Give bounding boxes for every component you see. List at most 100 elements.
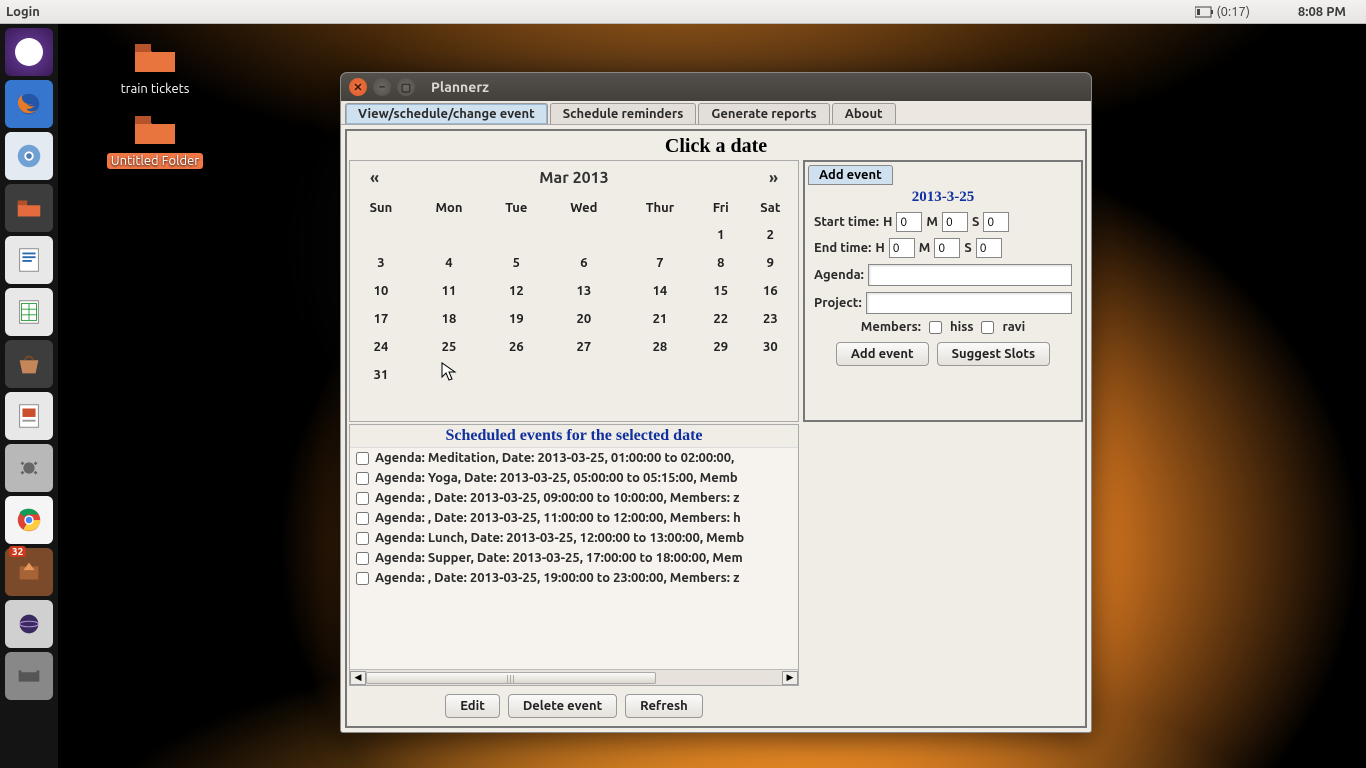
events-scrollbar[interactable]: ◀ ▶: [350, 669, 798, 685]
calendar-day-cell[interactable]: 31: [350, 361, 412, 389]
event-row[interactable]: Agenda: Meditation, Date: 2013-03-25, 01…: [350, 448, 798, 468]
scroll-left-icon[interactable]: ◀: [350, 671, 366, 685]
libreoffice-writer-icon[interactable]: [5, 236, 53, 284]
minimize-icon[interactable]: –: [373, 78, 391, 96]
tab-view-schedule[interactable]: View/schedule/change event: [345, 103, 548, 124]
maximize-icon[interactable]: ▢: [397, 78, 415, 96]
calendar-day-cell[interactable]: 8: [699, 249, 743, 277]
suggest-slots-button[interactable]: Suggest Slots: [937, 342, 1051, 366]
calendar-day-cell[interactable]: 2: [743, 221, 798, 249]
calendar-day-cell[interactable]: 26: [486, 333, 547, 361]
calendar-day-cell[interactable]: 6: [547, 249, 621, 277]
calendar-day-cell[interactable]: 4: [412, 249, 486, 277]
event-row[interactable]: Agenda: Lunch, Date: 2013-03-25, 12:00:0…: [350, 528, 798, 548]
calendar-day-cell[interactable]: 25: [412, 333, 486, 361]
calendar-day-cell[interactable]: 15: [699, 277, 743, 305]
calendar-day-cell[interactable]: 27: [547, 333, 621, 361]
calendar-day-cell[interactable]: 10: [350, 277, 412, 305]
menu-item-login[interactable]: Login: [0, 5, 40, 19]
calendar-day-cell[interactable]: 5: [486, 249, 547, 277]
add-event-tab[interactable]: Add event: [808, 165, 893, 185]
system-settings-icon[interactable]: [5, 444, 53, 492]
calendar-day-cell[interactable]: 3: [350, 249, 412, 277]
project-input[interactable]: [866, 292, 1072, 314]
end-min-input[interactable]: [934, 238, 960, 258]
clock[interactable]: 8:08 PM: [1298, 5, 1346, 19]
folder-train-tickets[interactable]: train tickets: [100, 40, 210, 97]
calendar-prev-button[interactable]: «: [370, 169, 379, 187]
calendar-day-cell[interactable]: 22: [699, 305, 743, 333]
close-icon[interactable]: ✕: [349, 78, 367, 96]
calendar-day-cell[interactable]: 23: [743, 305, 798, 333]
calendar-day-cell[interactable]: 12: [486, 277, 547, 305]
event-checkbox[interactable]: [356, 552, 369, 565]
software-center-icon[interactable]: [5, 340, 53, 388]
add-event-button[interactable]: Add event: [836, 342, 929, 366]
event-checkbox[interactable]: [356, 492, 369, 505]
event-row[interactable]: Agenda: Yoga, Date: 2013-03-25, 05:00:00…: [350, 468, 798, 488]
start-min-input[interactable]: [942, 212, 968, 232]
libreoffice-calc-icon[interactable]: [5, 288, 53, 336]
window-titlebar[interactable]: ✕ – ▢ Plannerz: [341, 73, 1091, 101]
calendar-next-button[interactable]: »: [769, 169, 778, 187]
event-checkbox[interactable]: [356, 532, 369, 545]
battery-indicator[interactable]: (0:17): [1195, 5, 1250, 19]
calendar-day-cell[interactable]: 20: [547, 305, 621, 333]
calendar-day-cell[interactable]: 24: [350, 333, 412, 361]
event-text: Agenda: , Date: 2013-03-25, 11:00:00 to …: [375, 511, 741, 525]
calendar-day-cell[interactable]: 28: [621, 333, 699, 361]
member-ravi-checkbox[interactable]: [981, 321, 994, 334]
tab-reports[interactable]: Generate reports: [698, 103, 829, 124]
edit-button[interactable]: Edit: [445, 694, 500, 718]
scroll-thumb[interactable]: [366, 672, 656, 684]
calendar-day-cell[interactable]: 1: [699, 221, 743, 249]
calendar-day-cell[interactable]: 18: [412, 305, 486, 333]
calendar-day-cell[interactable]: 11: [412, 277, 486, 305]
calendar-day-cell[interactable]: 17: [350, 305, 412, 333]
member-hiss-checkbox[interactable]: [929, 321, 942, 334]
scroll-track[interactable]: [366, 671, 782, 685]
calendar-day-cell[interactable]: 9: [743, 249, 798, 277]
event-text: Agenda: Lunch, Date: 2013-03-25, 12:00:0…: [375, 531, 744, 545]
delete-event-button[interactable]: Delete event: [508, 694, 617, 718]
files-icon[interactable]: [5, 184, 53, 232]
dash-home-icon[interactable]: [5, 28, 53, 76]
calendar-day-cell[interactable]: 13: [547, 277, 621, 305]
calendar-day-cell[interactable]: 7: [621, 249, 699, 277]
event-checkbox[interactable]: [356, 452, 369, 465]
calendar-month-label[interactable]: Mar 2013: [539, 169, 608, 187]
calendar-day-cell: [350, 221, 412, 249]
end-hour-input[interactable]: [889, 238, 915, 258]
tab-about[interactable]: About: [832, 103, 896, 124]
event-checkbox[interactable]: [356, 472, 369, 485]
end-sec-input[interactable]: [976, 238, 1002, 258]
scroll-right-icon[interactable]: ▶: [782, 671, 798, 685]
refresh-button[interactable]: Refresh: [625, 694, 703, 718]
event-row[interactable]: Agenda: , Date: 2013-03-25, 19:00:00 to …: [350, 568, 798, 588]
chromium-icon[interactable]: [5, 132, 53, 180]
plannerz-window: ✕ – ▢ Plannerz View/schedule/change even…: [340, 72, 1092, 733]
tab-reminders[interactable]: Schedule reminders: [550, 103, 697, 124]
firefox-icon[interactable]: [5, 80, 53, 128]
libreoffice-impress-icon[interactable]: [5, 392, 53, 440]
event-checkbox[interactable]: [356, 572, 369, 585]
start-sec-input[interactable]: [983, 212, 1009, 232]
calendar-day-cell[interactable]: 30: [743, 333, 798, 361]
event-row[interactable]: Agenda: , Date: 2013-03-25, 09:00:00 to …: [350, 488, 798, 508]
chrome-icon[interactable]: [5, 496, 53, 544]
software-updater-icon[interactable]: 32: [5, 548, 53, 596]
folder-untitled[interactable]: Untitled Folder: [100, 112, 210, 169]
calendar-day-cell[interactable]: 21: [621, 305, 699, 333]
device-icon[interactable]: [5, 652, 53, 700]
start-hour-input[interactable]: [896, 212, 922, 232]
event-checkbox[interactable]: [356, 512, 369, 525]
folder-label: Untitled Folder: [107, 153, 203, 169]
event-row[interactable]: Agenda: , Date: 2013-03-25, 11:00:00 to …: [350, 508, 798, 528]
calendar-day-cell[interactable]: 29: [699, 333, 743, 361]
event-row[interactable]: Agenda: Supper, Date: 2013-03-25, 17:00:…: [350, 548, 798, 568]
calendar-day-cell[interactable]: 16: [743, 277, 798, 305]
agenda-input[interactable]: [868, 264, 1072, 286]
calendar-day-cell[interactable]: 19: [486, 305, 547, 333]
eclipse-icon[interactable]: [5, 600, 53, 648]
calendar-day-cell[interactable]: 14: [621, 277, 699, 305]
